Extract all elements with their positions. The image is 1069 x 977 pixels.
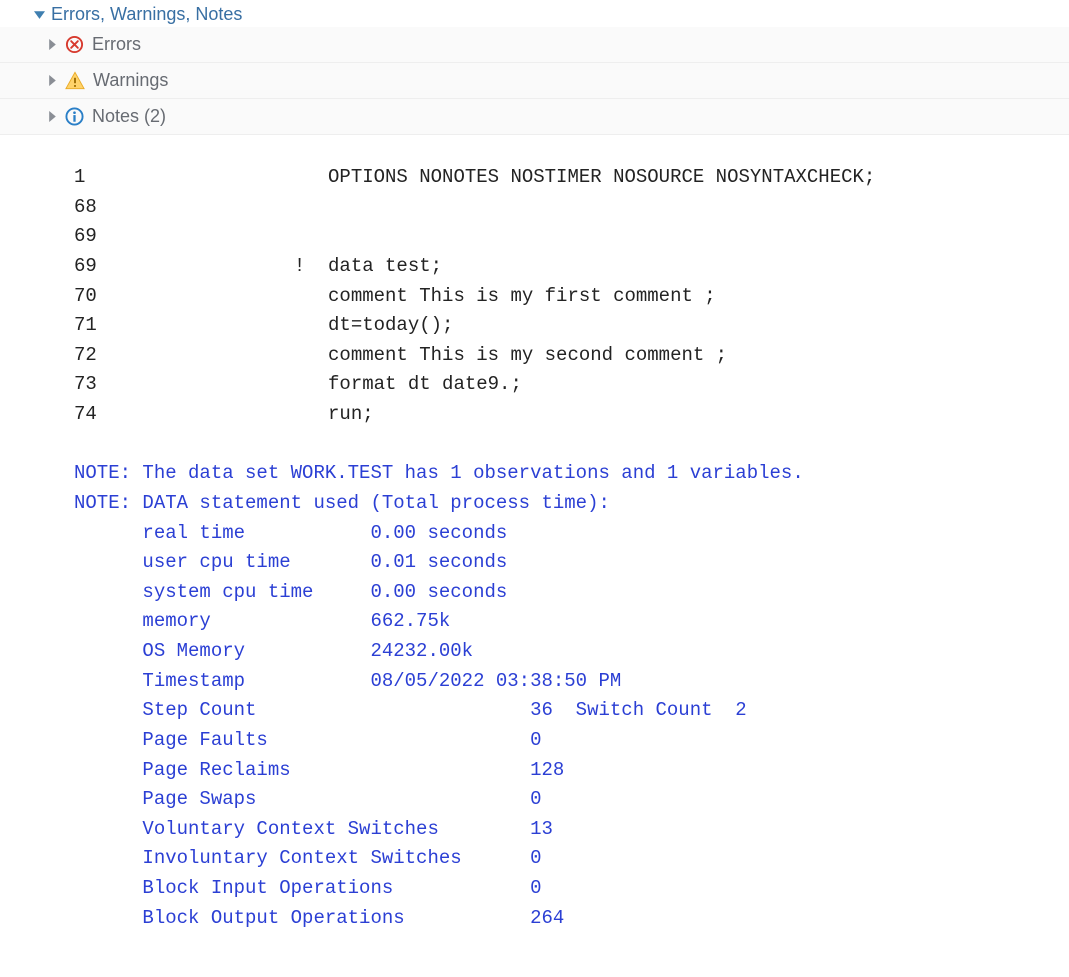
section-row-notes[interactable]: Notes (2) xyxy=(0,99,1069,135)
log-code-text xyxy=(214,196,328,218)
log-note-line: Timestamp 08/05/2022 03:38:50 PM xyxy=(74,667,1069,697)
log-note-line: user cpu time 0.01 seconds xyxy=(74,548,1069,578)
log-code-text: comment This is my first comment ; xyxy=(214,285,716,307)
log-code-text: format dt date9.; xyxy=(214,373,522,395)
log-note-line: NOTE: DATA statement used (Total process… xyxy=(74,489,1069,519)
log-code-text: dt=today(); xyxy=(214,314,453,336)
log-note-line: Voluntary Context Switches 13 xyxy=(74,815,1069,845)
caret-right-icon xyxy=(48,75,57,86)
log-note-line: system cpu time 0.00 seconds xyxy=(74,578,1069,608)
log-output: 1 OPTIONS NONOTES NOSTIMER NOSOURCE NOSY… xyxy=(0,135,1069,953)
section-header-title: Errors, Warnings, Notes xyxy=(51,4,242,25)
log-note-line: Page Faults 0 xyxy=(74,726,1069,756)
errors-label: Errors xyxy=(92,34,141,55)
log-code-line: 1 OPTIONS NONOTES NOSTIMER NOSOURCE NOSY… xyxy=(74,163,1069,193)
log-code-text: OPTIONS NONOTES NOSTIMER NOSOURCE NOSYNT… xyxy=(214,166,875,188)
log-code-line: 68 xyxy=(74,193,1069,223)
log-note-line: Step Count 36 Switch Count 2 xyxy=(74,696,1069,726)
log-note-line: memory 662.75k xyxy=(74,607,1069,637)
log-code-text: ! data test; xyxy=(214,255,442,277)
log-blank-line xyxy=(74,430,1069,460)
log-code-line: 71 dt=today(); xyxy=(74,311,1069,341)
error-icon xyxy=(65,35,84,54)
warning-icon xyxy=(65,71,85,90)
log-note-line: NOTE: The data set WORK.TEST has 1 obser… xyxy=(74,459,1069,489)
info-icon xyxy=(65,107,84,126)
log-code-line: 69 xyxy=(74,222,1069,252)
log-note-line: Page Reclaims 128 xyxy=(74,756,1069,786)
log-note-line: Block Input Operations 0 xyxy=(74,874,1069,904)
caret-right-icon xyxy=(48,111,57,122)
line-number: 74 xyxy=(74,400,214,430)
warnings-label: Warnings xyxy=(93,70,168,91)
log-panel: Errors, Warnings, Notes Errors Warnings xyxy=(0,0,1069,953)
notes-label: Notes (2) xyxy=(92,106,166,127)
section-row-warnings[interactable]: Warnings xyxy=(0,63,1069,99)
caret-down-icon xyxy=(34,9,45,20)
line-number: 1 xyxy=(74,163,214,193)
log-code-line: 69 ! data test; xyxy=(74,252,1069,282)
line-number: 70 xyxy=(74,282,214,312)
line-number: 71 xyxy=(74,311,214,341)
log-code-text: comment This is my second comment ; xyxy=(214,344,727,366)
line-number: 72 xyxy=(74,341,214,371)
log-code-line: 73 format dt date9.; xyxy=(74,370,1069,400)
section-header-summary[interactable]: Errors, Warnings, Notes xyxy=(0,0,1069,27)
log-note-line: real time 0.00 seconds xyxy=(74,519,1069,549)
log-code-line: 74 run; xyxy=(74,400,1069,430)
line-number: 73 xyxy=(74,370,214,400)
line-number: 69 xyxy=(74,252,214,282)
log-note-line: OS Memory 24232.00k xyxy=(74,637,1069,667)
line-number: 68 xyxy=(74,193,214,223)
log-code-text xyxy=(214,225,328,247)
log-code-line: 72 comment This is my second comment ; xyxy=(74,341,1069,371)
caret-right-icon xyxy=(48,39,57,50)
section-row-errors[interactable]: Errors xyxy=(0,27,1069,63)
log-note-line: Involuntary Context Switches 0 xyxy=(74,844,1069,874)
line-number: 69 xyxy=(74,222,214,252)
log-code-text: run; xyxy=(214,403,374,425)
log-code-line: 70 comment This is my first comment ; xyxy=(74,282,1069,312)
log-note-line: Page Swaps 0 xyxy=(74,785,1069,815)
log-note-line: Block Output Operations 264 xyxy=(74,904,1069,934)
